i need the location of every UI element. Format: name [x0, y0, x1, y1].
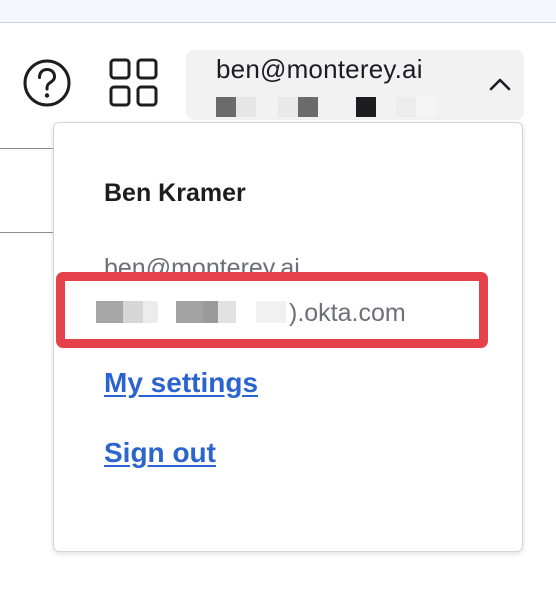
my-settings-link[interactable]: My settings [104, 367, 258, 399]
user-name: Ben Kramer [104, 179, 246, 207]
account-dropdown-menu: Ben Kramer ben@monterey.ai ).okta.com My… [53, 122, 523, 552]
org-domain: ).okta.com [96, 299, 486, 329]
question-circle-icon[interactable] [22, 59, 72, 109]
divider-line [0, 148, 54, 149]
sign-out-link[interactable]: Sign out [104, 437, 216, 469]
divider-line [0, 232, 54, 233]
account-email: ben@monterey.ai [216, 54, 423, 84]
user-email: ben@monterey.ai [104, 254, 300, 273]
org-name-redacted [216, 97, 446, 117]
account-menu-button[interactable]: ben@monterey.ai [186, 50, 524, 120]
top-bar-edge [0, 0, 556, 23]
chevron-up-icon [488, 73, 512, 97]
grid-icon[interactable] [108, 57, 160, 109]
org-domain-suffix: ).okta.com [289, 299, 406, 327]
